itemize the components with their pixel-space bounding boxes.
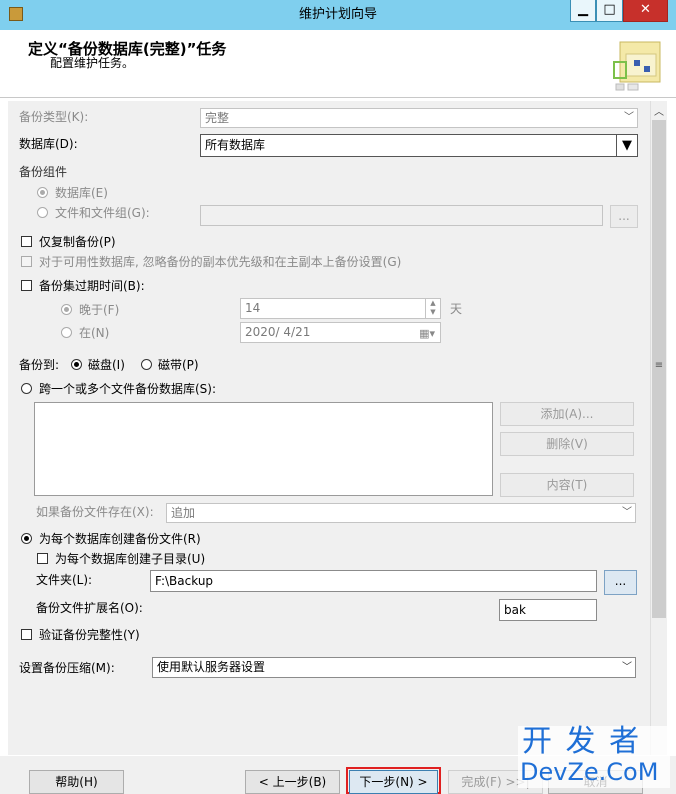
extension-value: bak (504, 603, 526, 617)
files-field (200, 205, 603, 226)
per-db-label: 为每个数据库创建备份文件(R) (39, 532, 201, 546)
disk-label: 磁盘(I) (88, 358, 125, 372)
expire-label: 备份集过期时间(B): (39, 279, 145, 293)
wizard-icon (612, 40, 664, 94)
verify-checkbox[interactable] (21, 629, 32, 640)
chevron-down-icon: ﹀ (624, 112, 634, 123)
tape-radio[interactable] (141, 359, 152, 370)
next-button[interactable]: 下一步(N) > (349, 770, 438, 794)
folder-value: F:\Backup (155, 574, 214, 588)
compression-select[interactable]: 使用默认服务器设置 ﹀ (152, 657, 636, 678)
days-unit-label: 天 (450, 302, 463, 316)
after-days-spinner: 14 ▲ ▼ (240, 298, 441, 319)
chevron-down-icon: ﹀ (622, 507, 632, 518)
on-date-label: 在(N) (79, 326, 110, 340)
remove-button: 删除(V) (500, 432, 634, 456)
folder-browse-button[interactable]: ... (604, 570, 637, 595)
minimize-button[interactable]: ▁ (570, 0, 596, 22)
backup-type-label: 备份类型(K): (19, 110, 89, 124)
watermark-line-1: 开 发 者 (522, 724, 642, 759)
contents-button: 内容(T) (500, 473, 634, 497)
spinner-arrows-icon: ▲ ▼ (425, 299, 440, 318)
component-database-label: 数据库(E) (55, 186, 108, 200)
calendar-icon: ▦▾ (419, 327, 435, 340)
if-exists-label: 如果备份文件存在(X): (36, 505, 154, 519)
component-database-radio (37, 187, 48, 198)
if-exists-select: 追加 ﹀ (166, 503, 636, 523)
extension-input[interactable]: bak (499, 599, 597, 621)
component-files-radio (37, 207, 48, 218)
on-date-value: 2020/ 4/21 (245, 325, 311, 339)
help-button[interactable]: 帮助(H) (29, 770, 124, 794)
disk-radio[interactable] (71, 359, 82, 370)
database-select[interactable]: 所有数据库 ▼ (200, 134, 638, 157)
availability-checkbox (21, 256, 32, 267)
backup-to-label: 备份到: (19, 358, 60, 372)
after-label: 晚于(F) (79, 303, 120, 317)
backup-type-select: 完整 ﹀ (200, 108, 638, 128)
copy-only-checkbox[interactable] (21, 236, 32, 247)
maximize-button[interactable]: □ (596, 0, 623, 22)
close-button[interactable]: ✕ (623, 0, 668, 22)
watermark-line-2: DevZe.CoM (520, 758, 659, 786)
span-files-radio[interactable] (21, 383, 32, 394)
files-browse-button: ... (610, 205, 638, 228)
verify-label: 验证备份完整性(Y) (39, 628, 140, 642)
tape-label: 磁带(P) (158, 358, 199, 372)
dropdown-arrow-icon[interactable]: ▼ (616, 135, 637, 156)
scroll-up-icon[interactable]: ︿ (651, 103, 667, 119)
compression-value: 使用默认服务器设置 (157, 660, 266, 674)
folder-label: 文件夹(L): (36, 573, 93, 587)
subdir-label: 为每个数据库创建子目录(U) (55, 552, 206, 566)
compression-label: 设置备份压缩(M): (19, 661, 115, 675)
span-files-label: 跨一个或多个文件备份数据库(S): (39, 382, 217, 396)
expire-checkbox[interactable] (21, 280, 32, 291)
extension-label: 备份文件扩展名(O): (36, 601, 143, 615)
chevron-down-icon[interactable]: ﹀ (622, 658, 632, 677)
subdir-checkbox[interactable] (37, 553, 48, 564)
back-button[interactable]: < 上一步(B) (245, 770, 340, 794)
database-value: 所有数据库 (205, 138, 266, 152)
page-subtitle: 配置维护任务。 (50, 56, 135, 70)
component-files-label: 文件和文件组(G): (55, 206, 150, 220)
scroll-grip-icon: ≡ (654, 360, 664, 371)
backup-file-list (34, 402, 493, 496)
after-radio (61, 304, 72, 315)
if-exists-value: 追加 (171, 506, 196, 520)
per-db-radio[interactable] (21, 533, 32, 544)
on-date-radio (61, 327, 72, 338)
add-button: 添加(A)... (500, 402, 634, 426)
folder-input[interactable]: F:\Backup (150, 570, 597, 592)
copy-only-label: 仅复制备份(P) (39, 235, 116, 249)
backup-type-value: 完整 (205, 111, 230, 125)
availability-label: 对于可用性数据库, 忽略备份的副本优先级和在主副本上备份设置(G) (39, 255, 402, 269)
database-label: 数据库(D): (19, 137, 78, 151)
after-days-value: 14 (245, 301, 261, 315)
on-date-picker: 2020/ 4/21 ▦▾ (240, 322, 441, 343)
backup-component-label: 备份组件 (19, 165, 68, 179)
